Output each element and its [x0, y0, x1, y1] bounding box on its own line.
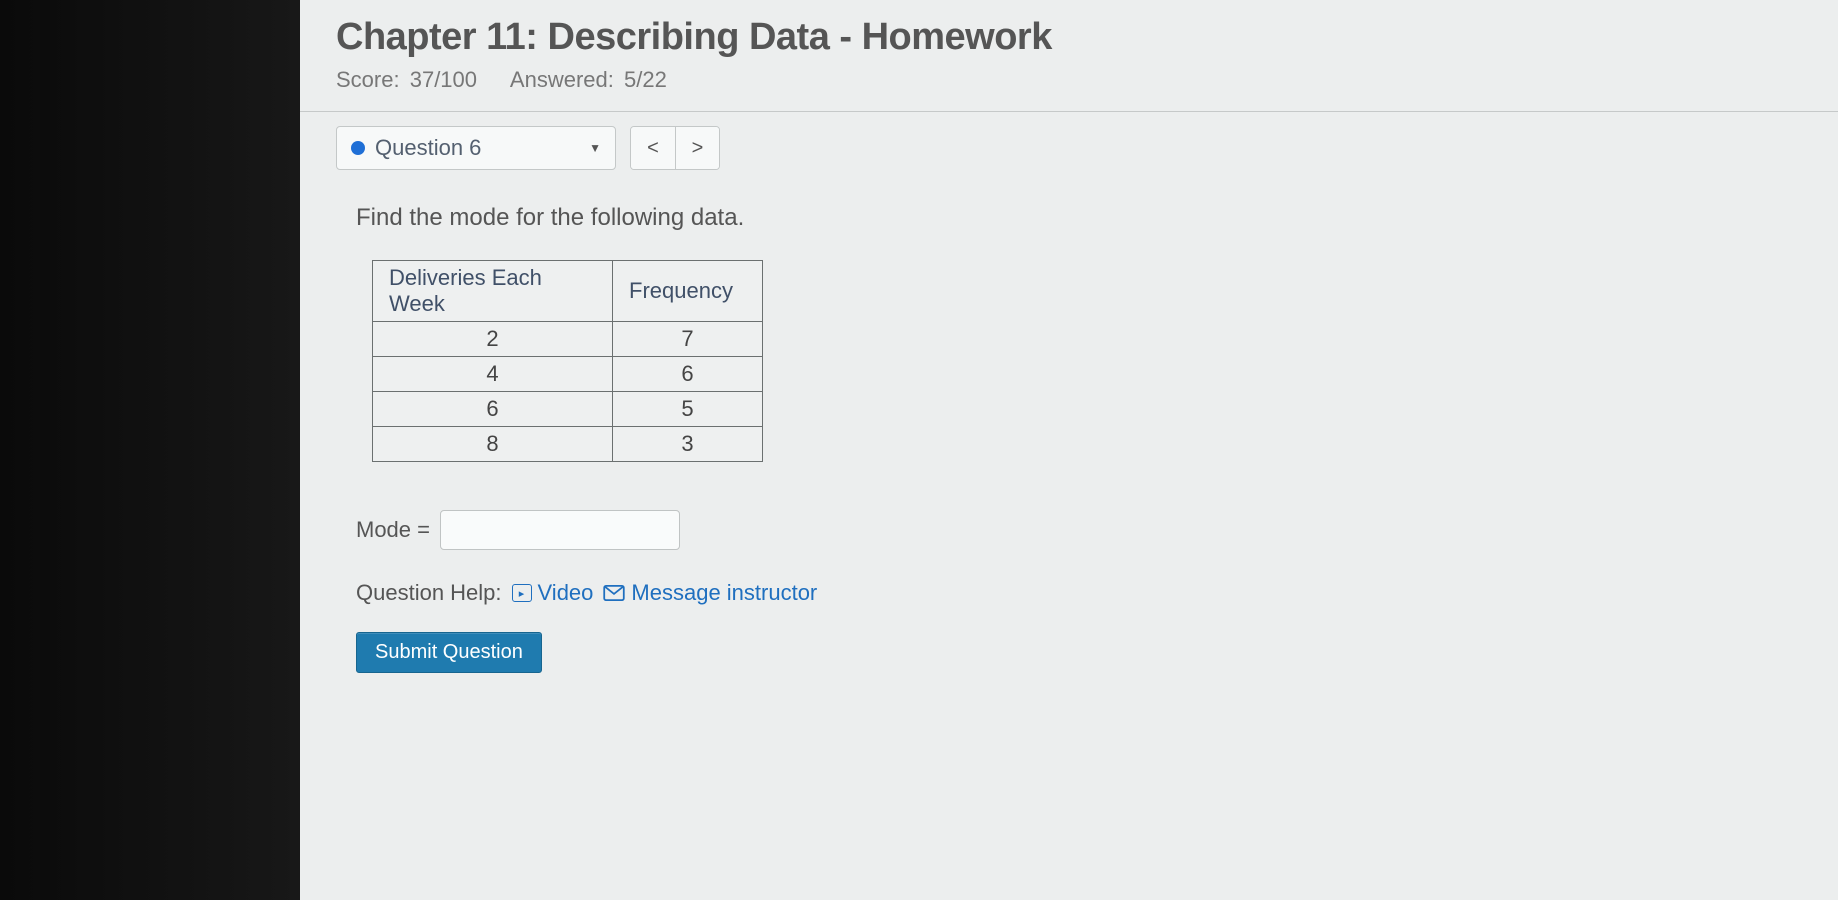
question-prompt: Find the mode for the following data.	[356, 204, 1808, 232]
table-cell: 2	[373, 322, 613, 357]
table-row: 6 5	[373, 392, 763, 427]
mode-input[interactable]	[440, 510, 680, 550]
score-answered-line: Score: 37/100 Answered: 5/22	[336, 67, 1808, 93]
video-link[interactable]: ▸ Video	[512, 580, 594, 606]
chevron-right-icon: >	[692, 137, 704, 160]
table-cell: 7	[613, 322, 763, 357]
data-table: Deliveries Each Week Frequency 2 7 4 6 6…	[372, 260, 763, 462]
question-dropdown-label: Question 6	[375, 135, 481, 161]
table-cell: 4	[373, 357, 613, 392]
table-header-row: Deliveries Each Week Frequency	[373, 261, 763, 322]
main-content: Chapter 11: Describing Data - Homework S…	[300, 0, 1838, 900]
submit-question-button[interactable]: Submit Question	[356, 632, 542, 673]
message-instructor-link[interactable]: Message instructor	[603, 580, 817, 606]
prev-next-group: < >	[630, 126, 720, 170]
envelope-icon	[603, 585, 625, 601]
video-link-label: Video	[538, 580, 594, 606]
chevron-down-icon: ▼	[589, 141, 601, 155]
table-cell: 6	[613, 357, 763, 392]
prev-question-button[interactable]: <	[631, 127, 675, 169]
next-question-button[interactable]: >	[675, 127, 719, 169]
video-icon: ▸	[512, 584, 532, 602]
table-cell: 3	[613, 427, 763, 462]
question-help-row: Question Help: ▸ Video Message instructo…	[356, 580, 1808, 606]
left-sidebar	[0, 0, 300, 900]
answered-label: Answered:	[510, 67, 614, 92]
answered-value: 5/22	[624, 67, 667, 92]
divider	[300, 111, 1838, 112]
table-cell: 6	[373, 392, 613, 427]
question-dropdown[interactable]: Question 6 ▼	[336, 126, 616, 170]
page-title: Chapter 11: Describing Data - Homework	[336, 16, 1808, 59]
status-dot-icon	[351, 141, 365, 155]
table-row: 8 3	[373, 427, 763, 462]
message-instructor-label: Message instructor	[631, 580, 817, 606]
answer-label: Mode =	[356, 517, 430, 543]
table-row: 2 7	[373, 322, 763, 357]
table-header-cell: Frequency	[613, 261, 763, 322]
question-nav-row: Question 6 ▼ < >	[336, 126, 1808, 170]
table-header-cell: Deliveries Each Week	[373, 261, 613, 322]
score-label: Score:	[336, 67, 400, 92]
chevron-left-icon: <	[647, 137, 659, 160]
table-cell: 5	[613, 392, 763, 427]
table-row: 4 6	[373, 357, 763, 392]
help-label: Question Help:	[356, 580, 502, 606]
score-value: 37/100	[410, 67, 477, 92]
table-cell: 8	[373, 427, 613, 462]
answer-row: Mode =	[356, 510, 1808, 550]
